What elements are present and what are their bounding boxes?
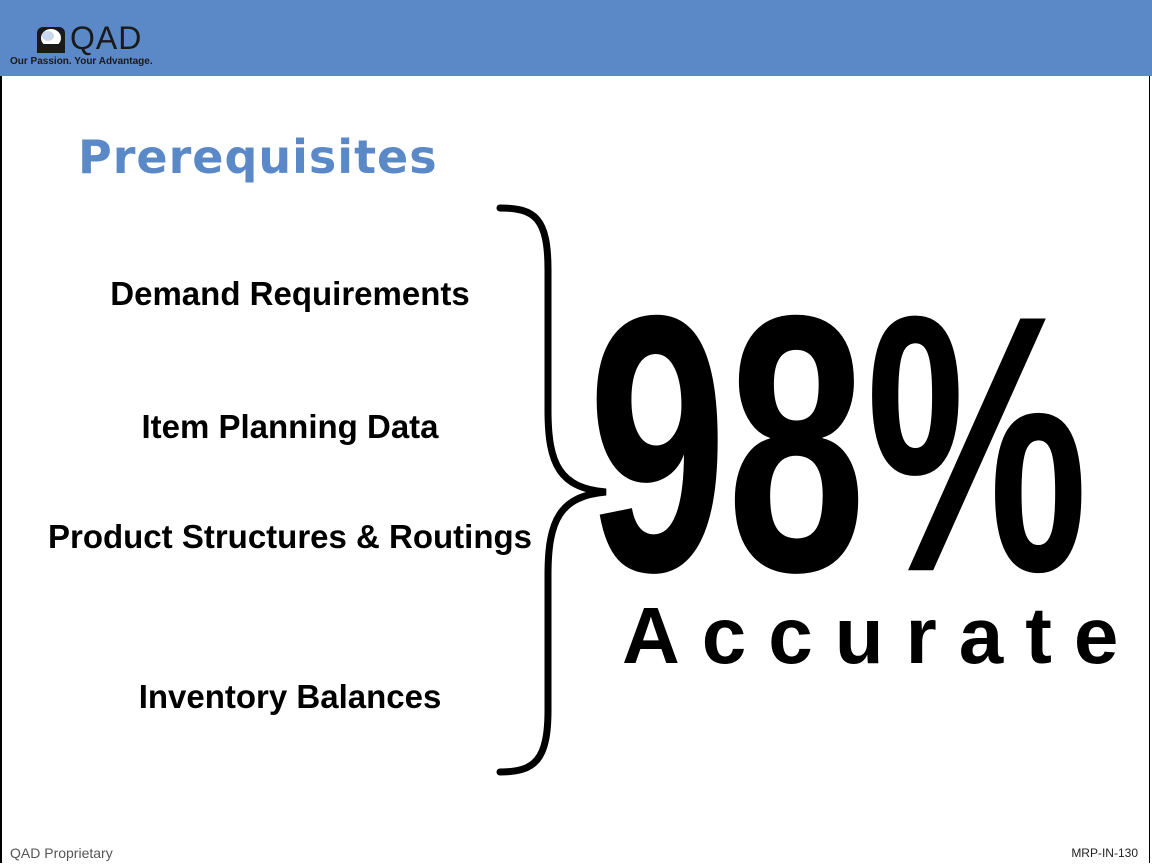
- qad-logo-icon: [37, 27, 65, 53]
- slide-title: Prerequisites: [78, 130, 438, 184]
- big-percent-text: 98%: [588, 239, 1088, 645]
- brand-name: QAD: [70, 20, 143, 56]
- brand-tagline: Our Passion. Your Advantage.: [10, 56, 153, 67]
- footer-proprietary: QAD Proprietary: [10, 845, 113, 861]
- prerequisite-item: Product Structures & Routings: [47, 518, 533, 555]
- prerequisite-item: Item Planning Data: [141, 408, 439, 445]
- prerequisite-item: Demand Requirements: [110, 275, 470, 312]
- header-bar: QAD Our Passion. Your Advantage.: [0, 0, 1152, 76]
- footer-slide-id: MRP-IN-130: [1071, 846, 1138, 860]
- prerequisite-item: Inventory Balances: [138, 678, 442, 715]
- big-percent-value: 98%: [588, 239, 1088, 645]
- accurate-label: Accurate: [622, 591, 1141, 680]
- qad-logo: QAD Our Passion. Your Advantage.: [10, 20, 210, 72]
